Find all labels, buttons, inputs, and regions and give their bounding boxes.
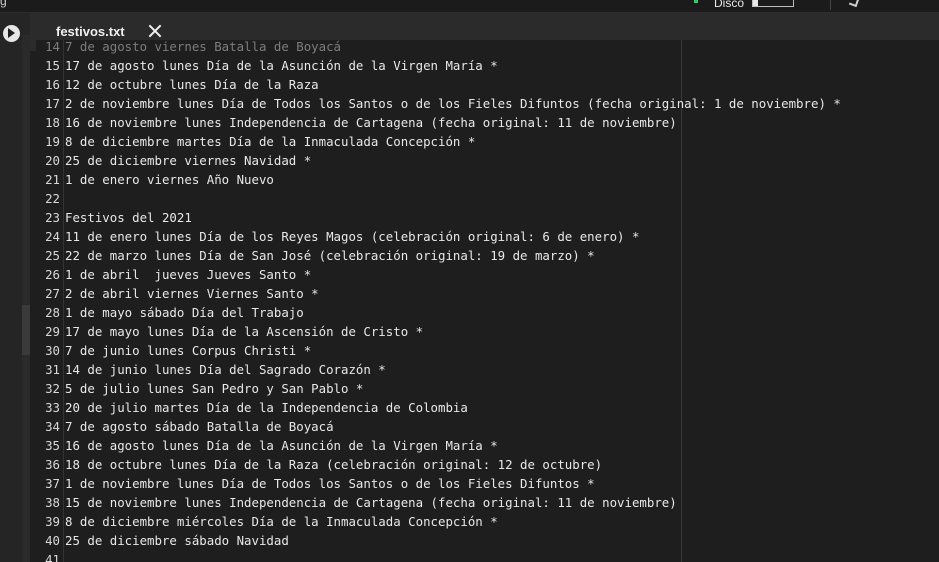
line-number: 15 (45, 58, 60, 73)
line-text: 1 de noviembre lunes Día de Todos los Sa… (65, 476, 595, 491)
line-number: 29 (45, 324, 60, 339)
line-text: 16 de noviembre lunes Independencia de C… (65, 115, 677, 130)
editor-line[interactable]: 20 25 de diciembre viernes Navidad * (36, 151, 841, 170)
line-text: 17 de agosto lunes Día de la Asunción de… (65, 58, 498, 73)
editor-line[interactable]: 38 15 de noviembre lunes Independencia de… (36, 493, 841, 512)
line-text: 15 de noviembre lunes Independencia de C… (65, 495, 677, 510)
line-number: 40 (45, 533, 60, 548)
line-number: 34 (45, 419, 60, 434)
editor-line[interactable]: 21 1 de enero viernes Año Nuevo (36, 170, 841, 189)
editor-line[interactable]: 16 12 de octubre lunes Día de la Raza (36, 75, 841, 94)
line-text: 7 de agosto viernes Batalla de Boyacá (65, 40, 342, 54)
editor-line[interactable]: 19 8 de diciembre martes Día de la Inmacu… (36, 132, 841, 151)
top-status-strip: g Disco (0, 0, 939, 13)
editor-line[interactable]: 14 7 de agosto viernes Batalla de Boyacá (36, 40, 841, 56)
line-text: 5 de julio lunes San Pedro y San Pablo * (65, 381, 364, 396)
line-text: 25 de diciembre viernes Navidad * (65, 153, 312, 168)
editor-line[interactable]: 34 7 de agosto sábado Batalla de Boyacá (36, 417, 841, 436)
line-text: 12 de octubre lunes Día de la Raza (65, 77, 319, 92)
line-number: 41 (45, 552, 60, 562)
editor-lines: 14 7 de agosto viernes Batalla de Boyacá 1… (36, 40, 841, 562)
line-number: 23 (45, 210, 60, 225)
line-number: 31 (45, 362, 60, 377)
top-left-fragment: g (0, 0, 7, 8)
sidebar-scroll-thumb[interactable] (22, 305, 30, 355)
editor-line[interactable]: 41 (36, 550, 841, 562)
editor-line[interactable]: 26 1 de abril jueves Jueves Santo * (36, 265, 841, 284)
line-text: 18 de octubre lunes Día de la Raza (cele… (65, 457, 603, 472)
line-text: 8 de diciembre martes Día de la Inmacula… (65, 134, 476, 149)
line-number: 36 (45, 457, 60, 472)
editor-line[interactable]: 28 1 de mayo sábado Día del Trabajo (36, 303, 841, 322)
disk-label: Disco (714, 0, 745, 10)
editor-line[interactable]: 17 2 de noviembre lunes Día de Todos los … (36, 94, 841, 113)
line-number: 27 (45, 286, 60, 301)
line-number: 28 (45, 305, 60, 320)
line-number: 19 (45, 134, 60, 149)
text-editor[interactable]: 14 7 de agosto viernes Batalla de Boyacá 1… (36, 40, 939, 562)
status-indicator (694, 0, 698, 3)
checkmark-icon[interactable] (848, 0, 860, 8)
left-sidebar (0, 13, 30, 562)
line-number: 30 (45, 343, 60, 358)
sidebar-scroll-strip (22, 35, 30, 562)
line-number: 18 (45, 115, 60, 130)
editor-line[interactable]: 18 16 de noviembre lunes Independencia de… (36, 113, 841, 132)
line-number: 39 (45, 514, 60, 529)
disk-usage-fill (753, 0, 758, 6)
line-text: 1 de mayo sábado Día del Trabajo (65, 305, 304, 320)
play-glyph (8, 28, 15, 38)
line-number: 24 (45, 229, 60, 244)
line-number: 37 (45, 476, 60, 491)
editor-line[interactable]: 30 7 de junio lunes Corpus Christi * (36, 341, 841, 360)
editor-line[interactable]: 35 16 de agosto lunes Día de la Asunción … (36, 436, 841, 455)
disk-usage-bar (752, 0, 794, 7)
line-number: 35 (45, 438, 60, 453)
editor-line[interactable]: 40 25 de diciembre sábado Navidad (36, 531, 841, 550)
line-text: 7 de agosto sábado Batalla de Boyacá (65, 419, 334, 434)
editor-line[interactable]: 39 8 de diciembre miércoles Día de la Inm… (36, 512, 841, 531)
tab-title: festivos.txt (56, 24, 125, 39)
line-text: 11 de enero lunes Día de los Reyes Magos… (65, 229, 640, 244)
line-number: 17 (45, 96, 60, 111)
line-text: 17 de mayo lunes Día de la Ascensión de … (65, 324, 424, 339)
line-text: 1 de enero viernes Año Nuevo (65, 172, 274, 187)
line-text: 14 de junio lunes Día del Sagrado Corazó… (65, 362, 386, 377)
line-number: 22 (45, 191, 60, 206)
line-number: 25 (45, 248, 60, 263)
line-text: 2 de noviembre lunes Día de Todos los Sa… (65, 96, 841, 111)
toolbar-divider (830, 0, 831, 10)
line-text: 25 de diciembre sábado Navidad (65, 533, 289, 548)
line-number: 16 (45, 77, 60, 92)
line-number: 38 (45, 495, 60, 510)
line-text: 20 de julio martes Día de la Independenc… (65, 400, 468, 415)
line-text: 16 de agosto lunes Día de la Asunción de… (65, 438, 498, 453)
line-number: 26 (45, 267, 60, 282)
editor-line[interactable]: 24 11 de enero lunes Día de los Reyes Mag… (36, 227, 841, 246)
line-number: 21 (45, 172, 60, 187)
editor-line[interactable]: 37 1 de noviembre lunes Día de Todos los … (36, 474, 841, 493)
line-text: Festivos del 2021 (65, 210, 192, 225)
editor-line[interactable]: 33 20 de julio martes Día de la Independe… (36, 398, 841, 417)
line-text: 2 de abril viernes Viernes Santo * (65, 286, 319, 301)
line-number: 33 (45, 400, 60, 415)
close-icon[interactable] (147, 23, 163, 39)
editor-line[interactable]: 31 14 de junio lunes Día del Sagrado Cora… (36, 360, 841, 379)
line-text: 1 de abril jueves Jueves Santo * (65, 267, 312, 282)
line-text: 22 de marzo lunes Día de San José (celeb… (65, 248, 595, 263)
editor-line[interactable]: 36 18 de octubre lunes Día de la Raza (ce… (36, 455, 841, 474)
line-text: 7 de junio lunes Corpus Christi * (65, 343, 312, 358)
editor-line[interactable]: 32 5 de julio lunes San Pedro y San Pablo… (36, 379, 841, 398)
editor-line[interactable]: 23 Festivos del 2021 (36, 208, 841, 227)
line-number: 14 (45, 40, 60, 54)
editor-line[interactable]: 22 (36, 189, 841, 208)
play-circle-icon[interactable] (3, 25, 20, 42)
editor-line[interactable]: 25 22 de marzo lunes Día de San José (cel… (36, 246, 841, 265)
editor-line[interactable]: 27 2 de abril viernes Viernes Santo * (36, 284, 841, 303)
line-number: 20 (45, 153, 60, 168)
line-number: 32 (45, 381, 60, 396)
line-text: 8 de diciembre miércoles Día de la Inmac… (65, 514, 498, 529)
editor-line[interactable]: 29 17 de mayo lunes Día de la Ascensión d… (36, 322, 841, 341)
editor-line[interactable]: 15 17 de agosto lunes Día de la Asunción … (36, 56, 841, 75)
